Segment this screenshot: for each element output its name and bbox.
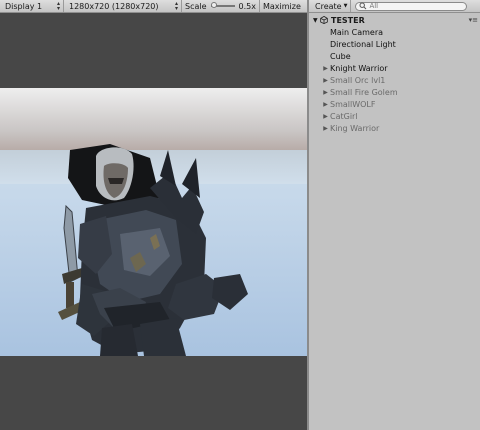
hierarchy-toolbar: Create ▼ [309,0,480,13]
scale-label: Scale [185,1,207,11]
triangle-right-icon[interactable]: ▶ [321,101,330,108]
create-dropdown-button[interactable]: Create ▼ [309,0,352,12]
hierarchy-item[interactable]: Directional Light [309,38,480,50]
triangle-right-icon[interactable]: ▶ [321,113,330,120]
triangle-down-icon[interactable]: ▼ [313,17,320,24]
item-label: Main Camera [330,27,384,37]
item-label: King Warrior [330,123,380,133]
scale-control: Scale 0.5x [182,0,260,12]
search-icon [359,2,367,10]
item-label: Small Fire Golem [330,87,398,97]
updown-arrows-icon: ▴ ▾ [56,0,60,12]
triangle-right-icon[interactable]: ▶ [321,77,330,84]
game-view: Display 1 ▴ ▾ 1280x720 (1280x720) ▴ ▾ Scal… [0,0,307,430]
game-render [0,88,307,356]
knight-warrior-model [58,144,248,356]
resolution-dropdown[interactable]: 1280x720 (1280x720) ▴ ▾ [64,0,182,12]
scale-value: 0.5x [238,1,256,11]
hierarchy-item[interactable]: ▶ Knight Warrior [309,62,480,74]
create-label: Create [315,1,342,11]
scale-slider[interactable] [210,2,235,8]
hierarchy-item[interactable]: ▶ Small Fire Golem [309,86,480,98]
triangle-right-icon[interactable]: ▶ [321,125,330,132]
triangle-right-icon[interactable]: ▶ [321,65,330,72]
hierarchy-list: Main Camera Directional Light Cube ▶ Kni… [309,26,480,134]
item-label: Directional Light [330,39,396,49]
dropdown-arrow-icon: ▼ [343,3,348,9]
item-label: Cube [330,51,351,61]
item-label: SmallWOLF [330,99,376,109]
search-field[interactable] [355,1,468,11]
search-input[interactable] [367,2,450,10]
scene-row[interactable]: ▼ TESTER ▾≡ [309,14,480,26]
panel-menu-icon[interactable]: ▾≡ [469,16,478,24]
item-label: Knight Warrior [330,63,388,73]
hierarchy-item[interactable]: ▶ King Warrior [309,122,480,134]
display-dropdown[interactable]: Display 1 ▴ ▾ [0,0,64,12]
triangle-right-icon[interactable]: ▶ [321,89,330,96]
updown-arrows-icon: ▴ ▾ [174,0,178,12]
scale-slider-knob[interactable] [210,2,217,8]
hierarchy-item[interactable]: Cube [309,50,480,62]
scene-name: TESTER [331,15,365,25]
hierarchy-item[interactable]: ▶ Small Orc lvl1 [309,74,480,86]
display-label: Display 1 [5,1,43,11]
item-label: Small Orc lvl1 [330,75,386,85]
maximize-button[interactable]: Maximize [260,0,304,12]
hierarchy-item[interactable]: Main Camera [309,26,480,38]
game-view-toolbar: Display 1 ▴ ▾ 1280x720 (1280x720) ▴ ▾ Scal… [0,0,307,13]
hierarchy-panel: Create ▼ ▼ TESTER ▾≡ Main Camera Directi… [309,0,480,430]
hierarchy-item[interactable]: ▶ SmallWOLF [309,98,480,110]
unity-logo-icon [320,16,328,24]
resolution-label: 1280x720 (1280x720) [69,1,159,11]
item-label: CatGirl [330,111,358,121]
hierarchy-item[interactable]: ▶ CatGirl [309,110,480,122]
